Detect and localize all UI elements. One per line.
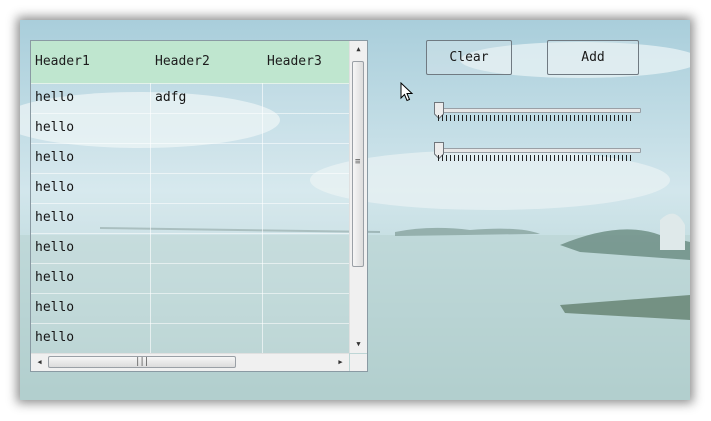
table-cell[interactable] [263, 83, 267, 113]
table-cell[interactable] [263, 263, 267, 293]
table-row[interactable]: hello [31, 293, 349, 324]
arrow-down-icon[interactable]: ▼ [350, 336, 367, 353]
table-cell[interactable]: hello [31, 323, 74, 353]
table-cell[interactable] [151, 233, 155, 263]
table-cell[interactable]: hello [31, 293, 74, 323]
table-cell[interactable]: hello [31, 233, 74, 263]
vertical-scrollbar[interactable]: ▲ ≡ ▼ [349, 41, 367, 353]
table-row[interactable]: hello [31, 203, 349, 234]
clear-button[interactable]: Clear [426, 40, 512, 75]
table-cell[interactable] [263, 323, 267, 353]
vertical-scroll-thumb[interactable]: ≡ [352, 61, 364, 267]
table-row[interactable]: hello [31, 143, 349, 174]
data-table[interactable]: Header1 Header2 Header3 hello adfg hello… [30, 40, 368, 372]
table-row[interactable]: hello [31, 323, 349, 354]
table-row[interactable]: hello [31, 113, 349, 144]
table-row[interactable]: hello [31, 263, 349, 294]
table-cell[interactable] [263, 233, 267, 263]
column-divider [262, 83, 263, 353]
table-header: Header1 Header2 Header3 [31, 41, 349, 84]
add-button[interactable]: Add [547, 40, 639, 75]
table-cell[interactable] [263, 173, 267, 203]
app-window: Header1 Header2 Header3 hello adfg hello… [20, 20, 690, 400]
table-cell[interactable] [151, 293, 155, 323]
table-cell[interactable] [151, 173, 155, 203]
column-divider [150, 83, 151, 353]
slider-track [434, 148, 641, 153]
column-header[interactable]: Header1 [31, 41, 90, 83]
arrow-up-icon[interactable]: ▲ [350, 41, 367, 58]
table-cell[interactable]: adfg [151, 83, 186, 113]
grip-icon: ||| [135, 357, 149, 367]
table-cell[interactable] [151, 323, 155, 353]
slider-ticks [438, 155, 634, 161]
table-cell[interactable]: hello [31, 83, 74, 113]
slider[interactable] [434, 102, 644, 126]
table-cell[interactable] [263, 143, 267, 173]
column-header[interactable]: Header3 [263, 41, 322, 83]
table-cell[interactable]: hello [31, 143, 74, 173]
slider[interactable] [434, 142, 644, 166]
horizontal-scrollbar[interactable]: ◀ ||| ▶ [31, 353, 349, 371]
mouse-pointer-icon [400, 82, 414, 102]
table-cell[interactable] [151, 203, 155, 233]
table-cell[interactable] [151, 143, 155, 173]
table-cell[interactable] [263, 203, 267, 233]
horizontal-scroll-thumb[interactable]: ||| [48, 356, 236, 368]
table-cell[interactable] [263, 293, 267, 323]
table-row[interactable]: hello adfg [31, 83, 349, 114]
table-cell[interactable]: hello [31, 263, 74, 293]
column-header[interactable]: Header2 [151, 41, 210, 83]
table-cell[interactable] [151, 113, 155, 143]
table-cell[interactable] [263, 113, 267, 143]
table-cell[interactable]: hello [31, 203, 74, 233]
table-cell[interactable]: hello [31, 113, 74, 143]
arrow-left-icon[interactable]: ◀ [31, 354, 48, 371]
table-body: hello adfg hello hello hello hello hello… [31, 83, 349, 354]
table-cell[interactable] [151, 263, 155, 293]
slider-ticks [438, 115, 634, 121]
slider-track [434, 108, 641, 113]
grip-icon: ≡ [355, 157, 361, 167]
table-row[interactable]: hello [31, 173, 349, 204]
arrow-right-icon[interactable]: ▶ [332, 354, 349, 371]
scrollbar-corner [350, 354, 367, 371]
table-cell[interactable]: hello [31, 173, 74, 203]
table-row[interactable]: hello [31, 233, 349, 264]
